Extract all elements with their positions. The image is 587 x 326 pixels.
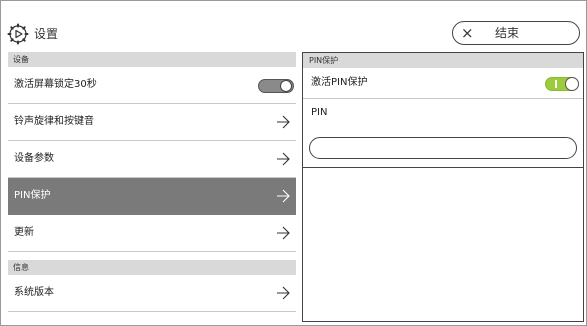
- arrow-right-icon: [277, 115, 290, 129]
- row-label: 更新: [14, 227, 34, 238]
- pin-label: PIN: [311, 107, 328, 118]
- gear-icon: [7, 23, 29, 45]
- row-label: 激活屏幕锁定30秒: [14, 79, 97, 90]
- row-pin-protection[interactable]: PIN保护: [8, 178, 296, 215]
- pin-input[interactable]: [309, 137, 577, 159]
- header: 设置 × 结束: [0, 0, 587, 50]
- row-system-version[interactable]: 系统版本: [8, 275, 296, 312]
- arrow-right-icon: [277, 226, 290, 240]
- activate-pin-toggle[interactable]: [545, 77, 579, 91]
- arrow-right-icon: [277, 152, 290, 166]
- end-button-label: 结束: [495, 26, 520, 40]
- row-label: 系统版本: [14, 287, 54, 298]
- row-label: 设备参数: [14, 153, 54, 164]
- activate-pin-label: 激活PIN保护: [311, 77, 368, 88]
- toggle-knob: [565, 77, 579, 91]
- toggle-knob: [280, 80, 292, 92]
- section-header-device: 设备: [8, 52, 296, 67]
- row-label: 铃声旋律和按键音: [14, 116, 94, 127]
- row-screen-lock[interactable]: 激活屏幕锁定30秒: [8, 67, 296, 104]
- page-title: 设置: [34, 27, 59, 41]
- row-ringtone[interactable]: 铃声旋律和按键音: [8, 104, 296, 141]
- close-icon: ×: [461, 24, 474, 42]
- row-activate-pin[interactable]: 激活PIN保护: [303, 68, 583, 99]
- pin-area: PIN: [303, 99, 583, 168]
- screen-lock-toggle[interactable]: [258, 79, 294, 93]
- arrow-right-icon: [277, 286, 290, 300]
- row-update[interactable]: 更新: [8, 215, 296, 252]
- arrow-right-icon: [277, 189, 290, 203]
- row-device-params[interactable]: 设备参数: [8, 141, 296, 178]
- panel-header: PIN保护: [303, 53, 583, 68]
- pin-protection-panel: PIN保护 激活PIN保护 PIN: [302, 52, 584, 322]
- end-button[interactable]: × 结束: [452, 21, 580, 45]
- row-label: PIN保护: [14, 190, 51, 201]
- settings-list: 设备 激活屏幕锁定30秒 铃声旋律和按键音 设备参数 PIN保护 更新 信息 系…: [8, 52, 296, 312]
- section-header-info: 信息: [8, 260, 296, 275]
- toggle-on-bar: [555, 80, 557, 88]
